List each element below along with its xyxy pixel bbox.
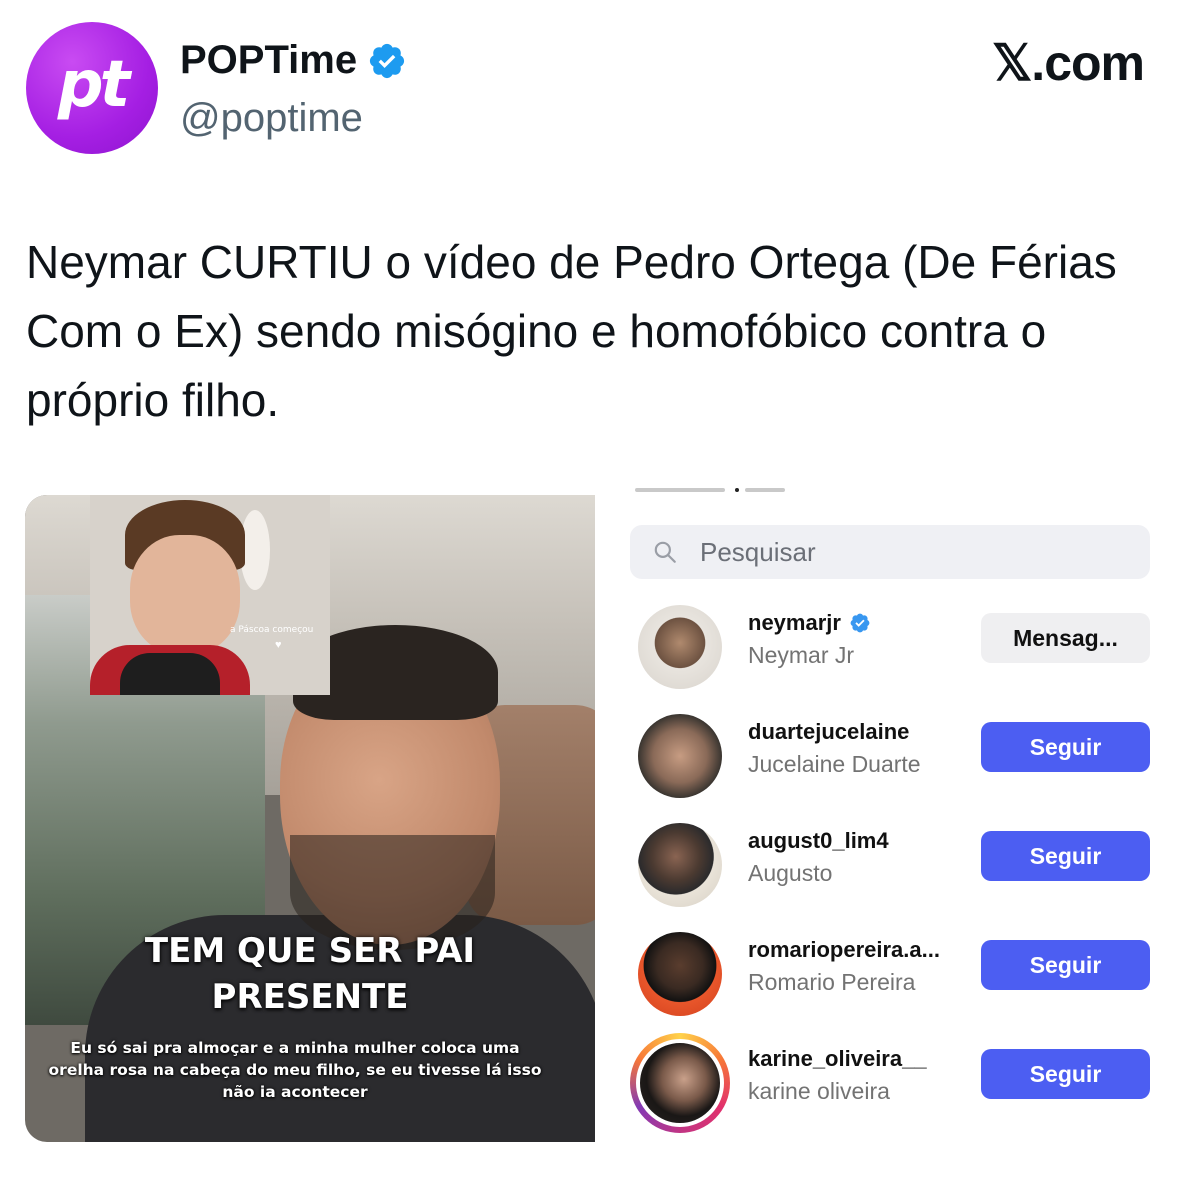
video-subtitle: Eu só sai pra almoçar e a minha mulher c… <box>48 1039 542 1101</box>
full-name: Jucelaine Duarte <box>748 751 921 777</box>
list-item[interactable]: neymarjr Neymar Jr Mensag... <box>605 600 1175 696</box>
username-row[interactable]: duartejucelaine <box>748 719 909 745</box>
search-input[interactable]: Pesquisar <box>630 525 1150 579</box>
video-title-line1: TEM QUE SER PAI <box>144 931 476 971</box>
follow-button[interactable]: Seguir <box>981 1049 1150 1099</box>
username-row[interactable]: neymarjr <box>748 610 871 636</box>
username[interactable]: neymarjr <box>748 610 841 636</box>
follow-button[interactable]: Seguir <box>981 940 1150 990</box>
username-row[interactable]: august0_lim4 <box>748 828 889 854</box>
verified-badge-icon <box>370 43 405 78</box>
username[interactable]: karine_oliveira__ <box>748 1046 927 1072</box>
author-avatar[interactable]: pt <box>26 22 158 154</box>
avatar-logo-text: pt <box>57 48 130 122</box>
child-shirt <box>90 645 250 695</box>
search-icon <box>654 541 676 563</box>
full-name: Romario Pereira <box>748 969 916 995</box>
author-name-row[interactable]: POPTime <box>180 38 407 83</box>
cropped-header <box>605 485 1175 497</box>
avatar-story-ring[interactable] <box>630 1033 730 1133</box>
verified-badge-icon <box>850 613 870 633</box>
author-name[interactable]: POPTime <box>180 38 357 83</box>
avatar[interactable] <box>638 605 722 689</box>
video-title-overlay: TEM QUE SER PAI PRESENTE <box>25 928 595 1020</box>
post-text: Neymar CURTIU o vídeo de Pedro Ortega (D… <box>26 236 1117 426</box>
message-button[interactable]: Mensag... <box>981 613 1150 663</box>
inset-caption: a Páscoa começou <box>230 625 314 635</box>
username-row[interactable]: romariopereira.a... <box>748 937 940 963</box>
list-item[interactable]: duartejucelaine Jucelaine Duarte Seguir <box>605 709 1175 805</box>
full-name: karine oliveira <box>748 1078 890 1104</box>
username[interactable]: duartejucelaine <box>748 719 909 745</box>
search-placeholder: Pesquisar <box>700 536 816 567</box>
x-logo: 𝕏.com <box>992 35 1145 91</box>
child-photo-inset: a Páscoa começou ♥ <box>90 495 330 695</box>
avatar[interactable] <box>638 932 722 1016</box>
avatar[interactable] <box>638 823 722 907</box>
likes-list-screenshot: Pesquisar neymarjr Neymar Jr Mensag... d… <box>605 485 1175 1142</box>
full-name: Augusto <box>748 860 833 886</box>
username-row[interactable]: karine_oliveira__ <box>748 1046 927 1072</box>
follow-button[interactable]: Seguir <box>981 831 1150 881</box>
username[interactable]: romariopereira.a... <box>748 937 940 963</box>
child-face <box>130 535 240 655</box>
avatar[interactable] <box>638 714 722 798</box>
username[interactable]: august0_lim4 <box>748 828 889 854</box>
list-item[interactable]: karine_oliveira__ karine oliveira Seguir <box>605 1033 1175 1133</box>
avatar <box>636 1039 724 1127</box>
follow-button[interactable]: Seguir <box>981 722 1150 772</box>
author-handle[interactable]: @poptime <box>180 96 363 141</box>
video-title-line2: PRESENTE <box>211 977 409 1017</box>
list-item[interactable]: august0_lim4 Augusto Seguir <box>605 818 1175 914</box>
list-item[interactable]: romariopereira.a... Romario Pereira Segu… <box>605 927 1175 1023</box>
heart-icon: ♥ <box>275 639 282 651</box>
full-name: Neymar Jr <box>748 642 855 668</box>
